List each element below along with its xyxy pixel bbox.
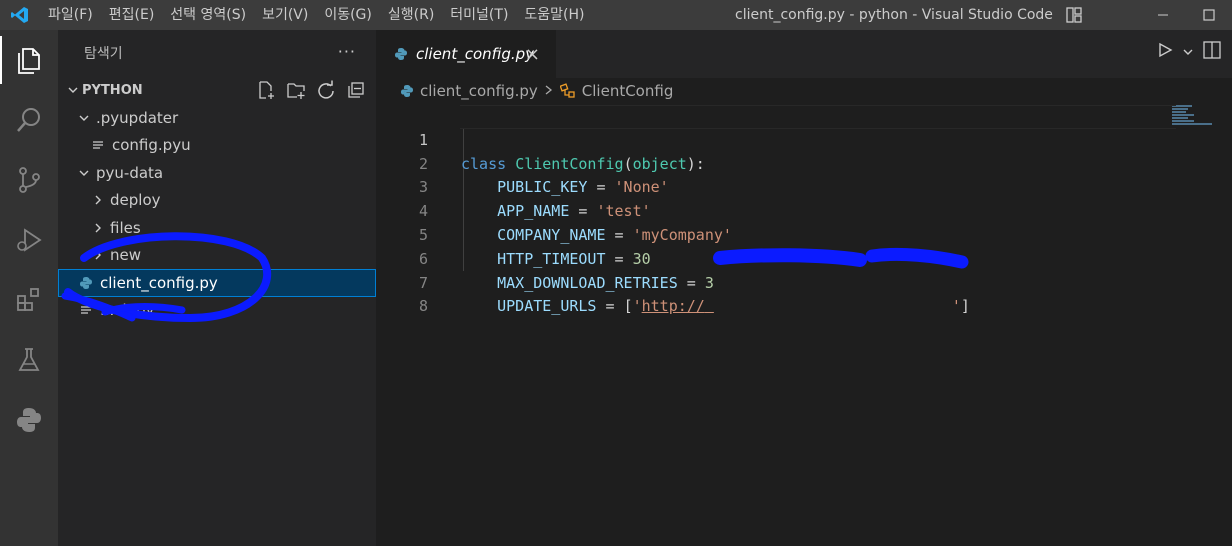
tree-item-label: files [110,218,141,237]
chevron-down-icon[interactable] [1182,43,1194,62]
maximize-icon[interactable] [1186,0,1232,30]
chevron-right-icon [544,82,554,100]
python-file-icon [400,84,414,98]
code-line-8[interactable]: 8 [376,272,1232,315]
workspace-section-header[interactable]: PYTHON [58,76,376,104]
tree-item-label: .pyupdater [96,108,179,127]
breadcrumb-file[interactable]: client_config.py [420,82,538,100]
code-editor[interactable]: 1 class ClientConfig(object): 2 PUBLIC_K… [376,105,1232,316]
tree-item-label: deploy [110,191,161,210]
tree-item-label: client_config.py [100,273,218,292]
code-line-7[interactable]: 7 UPDATE_URLS = ['http:// '] [376,248,1232,316]
chevron-right-icon [90,249,106,261]
menu-edit[interactable]: 편집(E) [101,0,163,30]
python-icon[interactable] [0,390,58,450]
sidebar-title: 탐색기 [84,46,123,62]
menu-terminal[interactable]: 터미널(T) [442,0,516,30]
code-token: UPDATE_URLS [497,297,597,316]
layout-icon[interactable] [1062,3,1086,27]
code-token: [ [623,297,633,316]
code-line-4[interactable]: 4 COMPANY_NAME = 'myCompany' [376,176,1232,244]
chevron-right-icon [90,222,106,234]
title-bar: 파일(F) 편집(E) 선택 영역(S) 보기(V) 이동(G) 실행(R) 터… [0,0,1232,30]
code-line-5[interactable]: 5 HTTP_TIMEOUT = 30 [376,200,1232,268]
class-symbol-icon [559,83,576,99]
tree-item-label: new [110,246,142,265]
python-file-icon [78,276,94,290]
menu-help[interactable]: 도움말(H) [516,0,592,30]
breadcrumb: client_config.py ClientConfig [376,78,1232,104]
menu-selection[interactable]: 선택 영역(S) [162,0,254,30]
menu-go[interactable]: 이동(G) [316,0,380,30]
new-file-icon[interactable] [254,79,278,101]
activity-bar [0,30,58,546]
window-title: client_config.py - python - Visual Studi… [735,7,1053,23]
chevron-down-icon [76,112,92,124]
close-icon[interactable]: × [525,44,540,65]
search-icon[interactable] [0,90,58,150]
code-line-2[interactable]: 2 PUBLIC_KEY = 'None' [376,129,1232,197]
explorer-sidebar: 탐색기 ··· PYTHON .pyupdater config.pyu pyu… [58,30,376,546]
code-token: ' [951,297,961,316]
python-file-icon [394,47,408,61]
text-file-icon [90,139,106,151]
refresh-icon[interactable] [314,79,338,101]
tab-bar: client_config.py × [376,30,1232,78]
tree-folder-pyupdater[interactable]: .pyupdater [58,104,376,132]
tab-client-config[interactable]: client_config.py × [376,30,556,78]
tree-file-client-config[interactable]: client_config.py [58,269,376,297]
new-folder-icon[interactable] [284,79,308,101]
code-token: ] [960,297,970,316]
tree-item-label: ...ck.py [100,301,155,320]
source-control-icon[interactable] [0,150,58,210]
window-controls [1140,0,1232,30]
tree-item-label: config.pyu [112,136,191,155]
tree-file-obscured[interactable]: ...ck.py [58,297,376,325]
code-line-3[interactable]: 3 APP_NAME = 'test' [376,153,1232,220]
tree-folder-deploy[interactable]: deploy [58,187,376,215]
editor-area: client_config.py × client_config.py Clie… [376,30,1232,546]
extensions-icon[interactable] [0,270,58,330]
code-line-6[interactable]: 6 MAX_DOWNLOAD_RETRIES = 3 [376,224,1232,292]
explorer-icon[interactable] [0,30,58,90]
tab-label: client_config.py [416,45,535,63]
workspace-name: PYTHON [82,82,143,98]
editor-actions [1156,40,1232,64]
code-line-1[interactable]: 1 class ClientConfig(object): [376,105,1232,173]
code-url[interactable]: http:// [642,297,705,315]
run-debug-icon[interactable] [0,210,58,270]
more-actions-icon[interactable]: ··· [338,42,356,61]
tree-folder-files[interactable]: files [58,214,376,242]
tree-file-config-pyu[interactable]: config.pyu [58,132,376,160]
code-token: = [596,297,624,316]
redacted-url-part [705,295,952,319]
tree-folder-new[interactable]: new [58,242,376,270]
vscode-logo-icon [0,0,40,30]
minimize-icon[interactable] [1140,0,1186,30]
menu-file[interactable]: 파일(F) [40,0,101,30]
tree-item-label: pyu-data [96,163,164,182]
run-icon[interactable] [1156,41,1174,63]
menu-view[interactable]: 보기(V) [254,0,316,30]
chevron-down-icon [76,167,92,179]
collapse-all-icon[interactable] [344,79,368,101]
testing-icon[interactable] [0,330,58,390]
chevron-down-icon [64,84,82,96]
text-file-icon [78,304,94,316]
line-number: 8 [418,297,428,316]
breadcrumb-symbol[interactable]: ClientConfig [582,82,674,100]
code-token: ' [632,297,642,316]
chevron-right-icon [90,194,106,206]
sidebar-header: 탐색기 ··· [58,30,376,76]
tree-folder-pyu-data[interactable]: pyu-data [58,159,376,187]
menu-bar: 파일(F) 편집(E) 선택 영역(S) 보기(V) 이동(G) 실행(R) 터… [40,0,593,30]
split-editor-icon[interactable] [1202,40,1222,64]
section-actions [254,79,368,101]
menu-run[interactable]: 실행(R) [380,0,442,30]
